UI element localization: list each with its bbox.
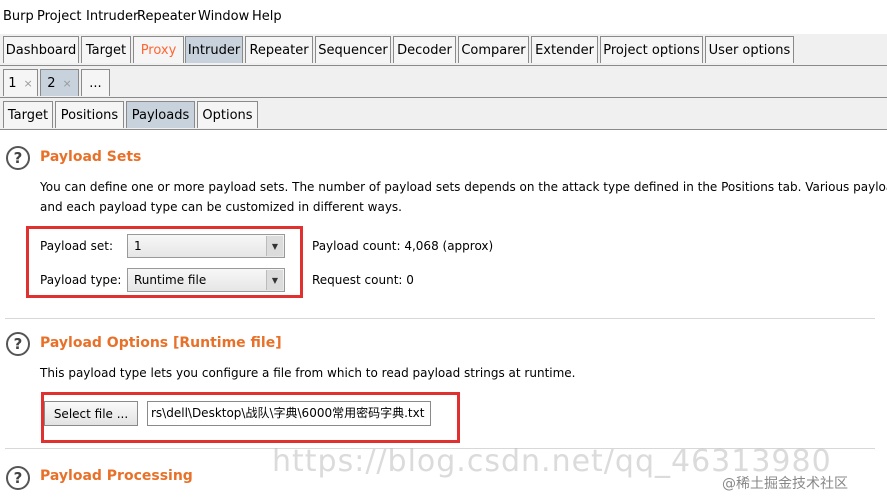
menu-repeater[interactable]: Repeater — [137, 9, 196, 24]
payload-processing-title: Payload Processing — [40, 468, 193, 484]
section-divider — [5, 318, 875, 319]
tab-user-options[interactable]: User options — [705, 36, 794, 63]
request-count-value: 0 — [406, 273, 414, 287]
tab-target[interactable]: Target — [81, 36, 131, 63]
highlight-box — [41, 392, 460, 443]
tab-repeater[interactable]: Repeater — [245, 36, 313, 63]
tab-dashboard[interactable]: Dashboard — [3, 36, 79, 63]
tab-proxy[interactable]: Proxy — [133, 36, 184, 63]
subtab-positions[interactable]: Positions — [55, 101, 124, 128]
payload-count-label: Payload count: 4,068 (approx) — [312, 239, 494, 253]
tab-intruder[interactable]: Intruder — [185, 36, 243, 63]
subtab-payloads[interactable]: Payloads — [126, 101, 195, 128]
payload-sets-description: You can define one or more payload sets.… — [40, 180, 887, 194]
tab-project-options[interactable]: Project options — [600, 36, 703, 63]
attack-tab-bar: 1 × 2 × ... — [0, 66, 887, 98]
payload-count-value: 4,068 (approx) — [404, 239, 494, 253]
menu-burp[interactable]: Burp — [3, 9, 34, 24]
attack-tab-label: 2 — [47, 75, 56, 91]
request-count-label: Request count: 0 — [312, 273, 414, 287]
tab-extender[interactable]: Extender — [531, 36, 598, 63]
tab-decoder[interactable]: Decoder — [393, 36, 456, 63]
attack-tab-label: 1 — [8, 75, 17, 91]
payload-sets-description-2: and each payload type can be customized … — [40, 200, 402, 214]
attack-tab-2[interactable]: 2 × — [40, 69, 79, 96]
attack-tab-1[interactable]: 1 × — [3, 69, 38, 96]
subtab-options[interactable]: Options — [197, 101, 258, 128]
close-icon[interactable]: × — [24, 77, 33, 90]
help-icon[interactable]: ? — [6, 146, 30, 170]
main-tab-bar: Dashboard Target Proxy Intruder Repeater… — [0, 34, 887, 66]
highlight-box — [26, 226, 303, 298]
menu-intruder[interactable]: Intruder — [86, 9, 138, 24]
payloads-panel: ? Payload Sets You can define one or mor… — [0, 130, 887, 497]
subtab-target[interactable]: Target — [3, 101, 53, 128]
watermark-site: @稀土掘金技术社区 — [722, 476, 848, 492]
payload-options-description: This payload type lets you configure a f… — [40, 366, 576, 380]
attack-tab-new[interactable]: ... — [81, 69, 110, 96]
menu-bar: Burp Project Intruder Repeater Window He… — [0, 0, 887, 34]
new-tab-label: ... — [89, 75, 102, 91]
menu-window[interactable]: Window — [198, 9, 249, 24]
sub-tab-bar: Target Positions Payloads Options — [0, 98, 887, 130]
help-icon[interactable]: ? — [6, 332, 30, 356]
payload-options-title: Payload Options [Runtime file] — [40, 335, 282, 351]
close-icon[interactable]: × — [63, 77, 72, 90]
menu-project[interactable]: Project — [37, 9, 81, 24]
tab-comparer[interactable]: Comparer — [458, 36, 529, 63]
menu-help[interactable]: Help — [252, 9, 282, 24]
tab-sequencer[interactable]: Sequencer — [315, 36, 391, 63]
help-icon[interactable]: ? — [6, 466, 30, 490]
payload-sets-title: Payload Sets — [40, 149, 142, 165]
